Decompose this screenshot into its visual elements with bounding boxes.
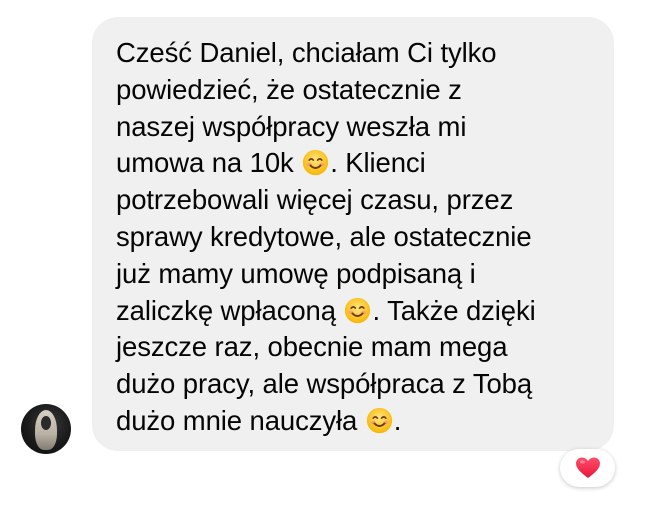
smiling-face-icon xyxy=(345,297,371,323)
message-bubble[interactable]: Cześć Daniel, chciałam Ci tylko powiedzi… xyxy=(92,17,614,451)
message-line: już mamy umowę podpisaną i xyxy=(116,257,476,289)
message-line: dużo mnie nauczyła . xyxy=(116,403,594,440)
message-line: naszej współpracy weszła mi xyxy=(116,110,467,142)
message-line: zaliczkę wpłaconą . Także dzięki xyxy=(116,293,594,330)
message-line: dużo pracy, ale współpraca z Tobą xyxy=(116,368,533,400)
avatar-face-shape xyxy=(41,416,51,430)
smiling-face-icon xyxy=(303,150,329,176)
message-line: powiedzieć, że ostatecznie z xyxy=(116,73,462,105)
message-line: jeszcze raz, obecnie mam mega xyxy=(116,331,508,363)
message-text-segment: . xyxy=(393,404,402,436)
message-line: sprawy kredytowe, ale ostatecznie xyxy=(116,220,532,252)
message-text-segment: dużo mnie nauczyła xyxy=(116,404,365,436)
smiling-face-icon xyxy=(366,407,392,434)
message-text-segment: umowa na 10k xyxy=(116,147,302,179)
message-line: umowa na 10k . Klienci xyxy=(116,145,594,182)
sender-avatar[interactable] xyxy=(21,404,71,454)
message-text-segment: zaliczkę wpłaconą xyxy=(116,294,344,326)
red-heart-icon xyxy=(575,457,600,478)
message-line: potrzebowali więcej czasu, przez xyxy=(116,184,514,216)
heart-reaction-badge[interactable] xyxy=(560,449,615,487)
message-line: Cześć Daniel, chciałam Ci tylko xyxy=(116,37,497,68)
message-text-segment: . Klienci xyxy=(330,147,426,179)
message-text-segment: . Także dzięki xyxy=(372,294,536,326)
